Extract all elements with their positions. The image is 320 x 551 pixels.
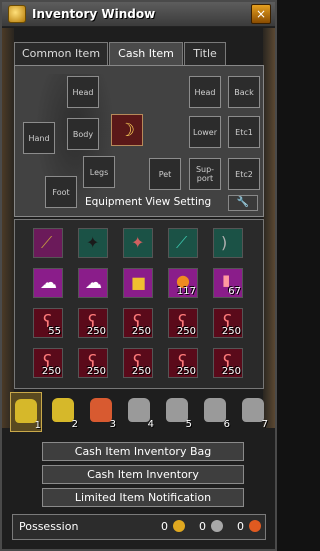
quantity: 250	[221, 366, 241, 377]
inventory-slot-r1c4[interactable]: ⟋	[168, 228, 198, 258]
inventory-slot-r4c4[interactable]: ʕ 250	[168, 348, 198, 378]
bag-3[interactable]: 3	[86, 392, 116, 430]
tab-title[interactable]: Title	[184, 42, 226, 65]
inventory-icon	[8, 5, 26, 23]
slot-head[interactable]: Head	[67, 76, 99, 108]
cloud-icon: ☁	[85, 273, 102, 293]
cash-item-inventory-bag-button[interactable]: Cash Item Inventory Bag	[42, 442, 244, 461]
slot-lower[interactable]: Lower	[189, 116, 221, 148]
slot-head-costume[interactable]: Head	[189, 76, 221, 108]
gold-amount: 0	[161, 520, 168, 533]
scythe-icon: ⟋	[176, 233, 188, 252]
slot-etc1[interactable]: Etc1	[228, 116, 260, 148]
bag-2[interactable]: 2	[48, 392, 78, 430]
slot-back[interactable]: Back	[228, 76, 260, 108]
cash-item-inventory-button[interactable]: Cash Item Inventory	[42, 465, 244, 484]
scythe-icon: ☽	[118, 119, 136, 141]
slot-pet[interactable]: Pet	[149, 158, 181, 190]
inventory-slot-r2c2[interactable]: ☁	[78, 268, 108, 298]
bag-number: 3	[109, 419, 116, 430]
inventory-grid: ⟋ ✦ ✦ ⟋ ) ☁ ☁ ■ ● 117 ▮ 67 ʕ 55 ʕ 250 ʕ …	[14, 219, 264, 389]
bag-number: 7	[261, 419, 268, 430]
limited-item-notification-button[interactable]: Limited Item Notification	[42, 488, 244, 507]
inventory-slot-r4c1[interactable]: ʕ 250	[33, 348, 63, 378]
inventory-slot-r1c1[interactable]: ⟋	[33, 228, 63, 258]
inventory-slot-r3c5[interactable]: ʕ 250	[213, 308, 243, 338]
bow-icon: )	[221, 233, 228, 252]
bag-5[interactable]: 5	[162, 392, 192, 430]
bag-number: 6	[223, 419, 230, 430]
inventory-slot-r2c5[interactable]: ▮ 67	[213, 268, 243, 298]
bag-selector: 1 2 3 4 5 6 7	[10, 392, 270, 437]
background-right	[263, 28, 275, 428]
gift-box-icon: ■	[131, 273, 147, 292]
tab-cash-item[interactable]: Cash Item	[109, 42, 183, 65]
cloud-icon: ☁	[40, 273, 57, 293]
inventory-slot-r4c3[interactable]: ʕ 250	[123, 348, 153, 378]
quantity: 117	[176, 286, 196, 297]
slot-foot[interactable]: Foot	[45, 176, 77, 208]
inventory-slot-r3c2[interactable]: ʕ 250	[78, 308, 108, 338]
inventory-slot-r1c3[interactable]: ✦	[123, 228, 153, 258]
inventory-slot-r1c2[interactable]: ✦	[78, 228, 108, 258]
cash-coin-icon	[249, 520, 261, 532]
slot-etc2[interactable]: Etc2	[228, 158, 260, 190]
window-title: Inventory Window	[32, 7, 156, 21]
quantity: 250	[86, 366, 106, 377]
tab-common-item[interactable]: Common Item	[14, 42, 108, 65]
quantity: 55	[48, 326, 61, 337]
bag-7[interactable]: 7	[238, 392, 268, 430]
bag-6[interactable]: 6	[200, 392, 230, 430]
quantity: 250	[86, 326, 106, 337]
inventory-slot-r3c3[interactable]: ʕ 250	[123, 308, 153, 338]
gold-coin-icon	[173, 520, 185, 532]
bag-number: 2	[71, 419, 78, 430]
inventory-slot-r3c1[interactable]: ʕ 55	[33, 308, 63, 338]
possession-bar: Possession 0 0 0	[12, 514, 266, 540]
possession-label: Possession	[19, 520, 79, 533]
quantity: 250	[131, 326, 151, 337]
slot-hand[interactable]: Hand	[23, 122, 55, 154]
slot-body[interactable]: Body	[67, 118, 99, 150]
bag-1[interactable]: 1	[10, 392, 42, 432]
title-bar[interactable]: Inventory Window ×	[2, 2, 275, 27]
quantity: 250	[176, 366, 196, 377]
inventory-slot-r4c5[interactable]: ʕ 250	[213, 348, 243, 378]
bag-4[interactable]: 4	[124, 392, 154, 430]
slot-support[interactable]: Sup- port	[189, 158, 221, 190]
bag-number: 1	[34, 420, 41, 431]
silver-coin-icon	[211, 520, 223, 532]
scythe-icon: ⟋	[41, 233, 53, 252]
quantity: 250	[176, 326, 196, 337]
bag-number: 4	[147, 419, 154, 430]
quantity: 250	[221, 326, 241, 337]
slot-legs[interactable]: Legs	[83, 156, 115, 188]
slot-weapon[interactable]: ☽	[111, 114, 143, 146]
quantity: 67	[228, 286, 241, 297]
inventory-slot-r1c5[interactable]: )	[213, 228, 243, 258]
background-left	[2, 28, 14, 428]
cash-amount: 0	[237, 520, 244, 533]
inventory-slot-r2c4[interactable]: ● 117	[168, 268, 198, 298]
inventory-slot-r3c4[interactable]: ʕ 250	[168, 308, 198, 338]
inventory-slot-r2c3[interactable]: ■	[123, 268, 153, 298]
bag-number: 5	[185, 419, 192, 430]
equipment-panel: Head Body Hand ☽ Legs Foot Head Back Low…	[14, 65, 264, 217]
inventory-slot-r4c2[interactable]: ʕ 250	[78, 348, 108, 378]
quantity: 250	[41, 366, 61, 377]
close-button[interactable]: ×	[251, 4, 271, 24]
quantity: 250	[131, 366, 151, 377]
inventory-window: Inventory Window × Common Item Cash Item…	[0, 0, 277, 551]
inventory-slot-r2c1[interactable]: ☁	[33, 268, 63, 298]
creature-icon: ✦	[86, 233, 100, 252]
silver-amount: 0	[199, 520, 206, 533]
wrench-icon[interactable]: 🔧	[228, 195, 258, 211]
equipment-view-setting-label: Equipment View Setting	[85, 196, 212, 208]
creature-icon: ✦	[131, 233, 145, 252]
